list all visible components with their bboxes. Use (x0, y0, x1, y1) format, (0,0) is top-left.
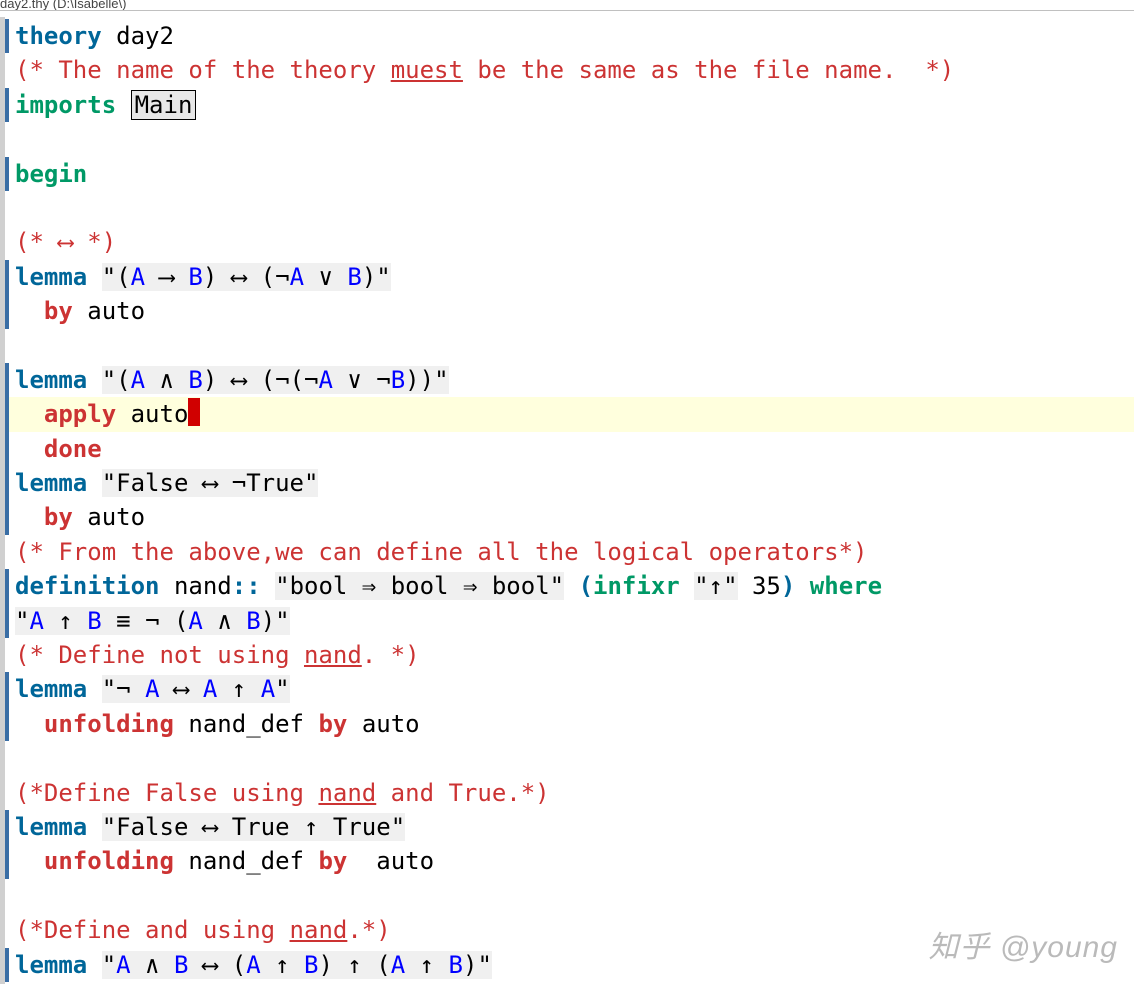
code-line[interactable]: theory day2 (5, 19, 1134, 53)
kw-lemma: lemma (15, 469, 87, 497)
comment-text: (*Define False using nand and True.*) (15, 779, 550, 807)
inner-syntax: "¬ A ⟷ A ↑ A" (102, 675, 290, 703)
kw-begin: begin (15, 160, 87, 188)
code-line[interactable]: imports Main (5, 88, 1134, 122)
code-line[interactable]: (* From the above,we can define all the … (5, 535, 1134, 569)
kw-by: by (318, 710, 347, 738)
comment-text: (* The name of the theory muest be the s… (15, 56, 954, 84)
code-line[interactable]: begin (5, 157, 1134, 191)
code-line[interactable]: definition nand:: "bool ⇒ bool ⇒ bool" (… (5, 569, 1134, 603)
code-line[interactable]: lemma "¬ A ⟷ A ↑ A" (5, 672, 1134, 706)
code-line[interactable]: (*Define False using nand and True.*) (5, 776, 1134, 810)
code-line[interactable]: by auto (5, 294, 1134, 328)
kw-lemma: lemma (15, 951, 87, 979)
inner-syntax: "(A ⟶ B) ⟷ (¬A ∨ B)" (102, 263, 391, 291)
comment-text: (* From the above,we can define all the … (15, 538, 868, 566)
code-line-active[interactable]: apply auto (5, 397, 1134, 431)
kw-by: by (318, 847, 347, 875)
inner-syntax: "False ⟷ ¬True" (102, 469, 319, 497)
inner-syntax: "A ↑ B ≡ ¬ (A ∧ B)" (15, 607, 290, 635)
comment-text: (* ⟷ *) (15, 228, 116, 256)
text-caret (188, 398, 200, 426)
infix-symbol: "↑" (694, 572, 737, 600)
kw-imports: imports (15, 91, 116, 119)
code-line[interactable]: lemma "False ⟷ True ↑ True" (5, 810, 1134, 844)
comment-text: (*Define and using nand.*) (15, 916, 391, 944)
code-line[interactable]: (*Define and using nand.*) (5, 913, 1134, 947)
kw-apply: apply (44, 400, 116, 428)
kw-unfolding: unfolding (44, 710, 174, 738)
kw-where: where (810, 572, 882, 600)
kw-done: done (44, 435, 102, 463)
kw-lemma: lemma (15, 813, 87, 841)
kw-lemma: lemma (15, 263, 87, 291)
inner-syntax: "(A ∧ B) ⟷ (¬(¬A ∨ ¬B))" (102, 366, 449, 394)
title-text: day2.thy (D:\Isabelle\) (0, 0, 126, 11)
code-line[interactable]: by auto (5, 500, 1134, 534)
code-line[interactable]: (* The name of the theory muest be the s… (5, 53, 1134, 87)
inner-syntax: "A ∧ B ⟷ (A ↑ B) ↑ (A ↑ B)" (102, 951, 492, 979)
code-line[interactable]: lemma "(A ⟶ B) ⟷ (¬A ∨ B)" (5, 260, 1134, 294)
title-bar: day2.thy (D:\Isabelle\) (0, 0, 1134, 11)
code-line[interactable]: lemma "(A ∧ B) ⟷ (¬(¬A ∨ ¬B))" (5, 363, 1134, 397)
code-line[interactable]: (* ⟷ *) (5, 225, 1134, 259)
import-main: Main (131, 90, 197, 120)
kw-by: by (44, 503, 73, 531)
code-line[interactable]: (* Define not using nand. *) (5, 638, 1134, 672)
code-line[interactable]: unfolding nand_def by auto (5, 707, 1134, 741)
code-line[interactable]: unfolding nand_def by auto (5, 844, 1134, 878)
code-line[interactable]: "A ↑ B ≡ ¬ (A ∧ B)" (5, 604, 1134, 638)
comment-text: (* Define not using nand. *) (15, 641, 420, 669)
code-line[interactable]: lemma "False ⟷ ¬True" (5, 466, 1134, 500)
code-line[interactable]: lemma "A ∧ B ⟷ (A ↑ B) ↑ (A ↑ B)" (5, 948, 1134, 982)
kw-lemma: lemma (15, 675, 87, 703)
code-editor[interactable]: theory day2 (* The name of the theory mu… (0, 17, 1134, 984)
type-sig: "bool ⇒ bool ⇒ bool" (275, 572, 564, 600)
kw-lemma: lemma (15, 366, 87, 394)
kw-unfolding: unfolding (44, 847, 174, 875)
kw-theory: theory (15, 22, 102, 50)
code-line[interactable]: done (5, 432, 1134, 466)
kw-definition: definition (15, 572, 160, 600)
kw-by: by (44, 297, 73, 325)
inner-syntax: "False ⟷ True ↑ True" (102, 813, 405, 841)
kw-infixr: infixr (593, 572, 680, 600)
